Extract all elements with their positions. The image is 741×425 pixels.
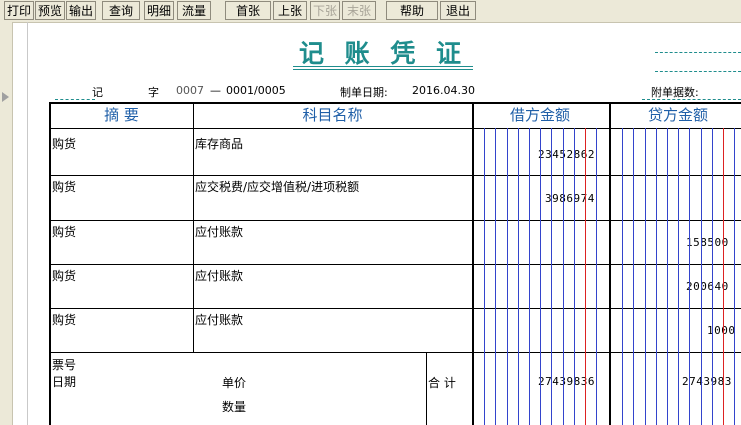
grid-vline — [50, 102, 51, 425]
detail-button[interactable]: 明细 — [144, 1, 174, 20]
grid-vline — [656, 128, 657, 425]
unit-price-label: 单价 — [222, 376, 247, 390]
voucher-page: 0001/0005 — [226, 84, 286, 97]
row1-account[interactable]: 库存商品 — [195, 135, 243, 152]
help-button[interactable]: 帮助 — [386, 1, 438, 20]
grid-vline — [645, 128, 646, 425]
left-gutter — [0, 22, 13, 425]
dashed-line — [642, 99, 741, 100]
dashed-line — [655, 71, 741, 72]
total-label: 合 计 — [428, 376, 456, 390]
grid-vline — [574, 128, 575, 425]
row2-summary[interactable]: 购货 — [52, 178, 76, 195]
header-account: 科目名称 — [302, 106, 363, 124]
dashed-line — [55, 99, 95, 100]
grid-hline — [49, 352, 741, 353]
debit-total: 27439836 — [538, 375, 595, 388]
grid-hline — [49, 264, 741, 265]
dashed-line — [655, 52, 741, 53]
grid-vline — [540, 128, 541, 425]
grid-vline — [723, 128, 724, 425]
last-button[interactable]: 末张 — [342, 1, 376, 20]
query-button[interactable]: 查询 — [102, 1, 140, 20]
preview-button[interactable]: 预览 — [35, 1, 65, 20]
grid-vline — [484, 128, 485, 425]
row3-summary[interactable]: 购货 — [52, 223, 76, 240]
row2-debit[interactable]: 3986974 — [545, 192, 595, 205]
grid-vline — [563, 128, 564, 425]
voucher-separator: — — [210, 84, 221, 97]
row2-account[interactable]: 应交税费/应交增值税/进项税额 — [195, 178, 359, 195]
grid-vline — [551, 128, 552, 425]
first-button[interactable]: 首张 — [225, 1, 271, 20]
grid-hline — [49, 128, 741, 129]
voucher-date: 2016.04.30 — [412, 84, 475, 97]
grid-vline — [518, 128, 519, 425]
row1-debit[interactable]: 23452862 — [538, 148, 595, 161]
title-underline — [293, 66, 473, 67]
ticket-label: 票号 — [52, 358, 77, 372]
grid-vline — [734, 128, 735, 425]
grid-vline — [426, 352, 427, 425]
header-summary: 摘 要 — [104, 106, 139, 124]
grid-vline — [633, 128, 634, 425]
voucher-word-suffix: 字 — [148, 86, 159, 99]
grid-vline — [610, 102, 611, 425]
grid-vline — [689, 128, 690, 425]
row3-account[interactable]: 应付账款 — [195, 223, 243, 240]
voucher-title: 记 账 凭 证 — [298, 39, 468, 68]
next-button[interactable]: 下张 — [310, 1, 340, 20]
grid-vline — [712, 128, 713, 425]
attachments-label: 附单据数: — [651, 86, 699, 99]
grid-hline — [49, 308, 741, 309]
header-credit: 贷方金额 — [647, 106, 708, 124]
grid-vline — [585, 128, 586, 425]
grid-vline — [622, 128, 623, 425]
voucher-table: 摘 要 科目名称 借方金额 贷方金额 购货 库存商品 23452862 购货 应… — [49, 102, 741, 425]
grid-vline — [529, 128, 530, 425]
grid-vline — [678, 128, 679, 425]
grid-hline — [49, 175, 741, 176]
row4-summary[interactable]: 购货 — [52, 267, 76, 284]
exit-button[interactable]: 退出 — [440, 1, 476, 20]
row5-summary[interactable]: 购货 — [52, 311, 76, 328]
grid-vline — [473, 102, 474, 425]
export-button[interactable]: 输出 — [66, 1, 96, 20]
quantity-label: 数量 — [222, 400, 247, 414]
flow-button[interactable]: 流量 — [177, 1, 211, 20]
grid-vline — [193, 102, 194, 352]
toolbar: 打印 预览 输出 查询 明细 流量 首张 上张 下张 末张 帮助 退出 — [0, 0, 741, 23]
grid-hline — [49, 220, 741, 221]
footer-date-label: 日期 — [52, 375, 77, 389]
grid-vline — [667, 128, 668, 425]
grid-vline — [701, 128, 702, 425]
header-debit: 借方金额 — [509, 106, 570, 124]
prev-button[interactable]: 上张 — [273, 1, 307, 20]
row4-account[interactable]: 应付账款 — [195, 267, 243, 284]
row1-summary[interactable]: 购货 — [52, 135, 76, 152]
expand-arrow-icon[interactable] — [2, 92, 9, 102]
title-underline — [293, 69, 473, 70]
page-edge — [27, 22, 28, 425]
grid-vline — [507, 128, 508, 425]
grid-hline — [49, 103, 741, 104]
grid-vline — [495, 128, 496, 425]
voucher-word: 记 — [92, 86, 103, 99]
grid-vline — [596, 128, 597, 425]
print-button[interactable]: 打印 — [4, 1, 34, 20]
voucher-number: 0007 — [176, 84, 204, 97]
date-label: 制单日期: — [340, 86, 388, 99]
row5-account[interactable]: 应付账款 — [195, 311, 243, 328]
